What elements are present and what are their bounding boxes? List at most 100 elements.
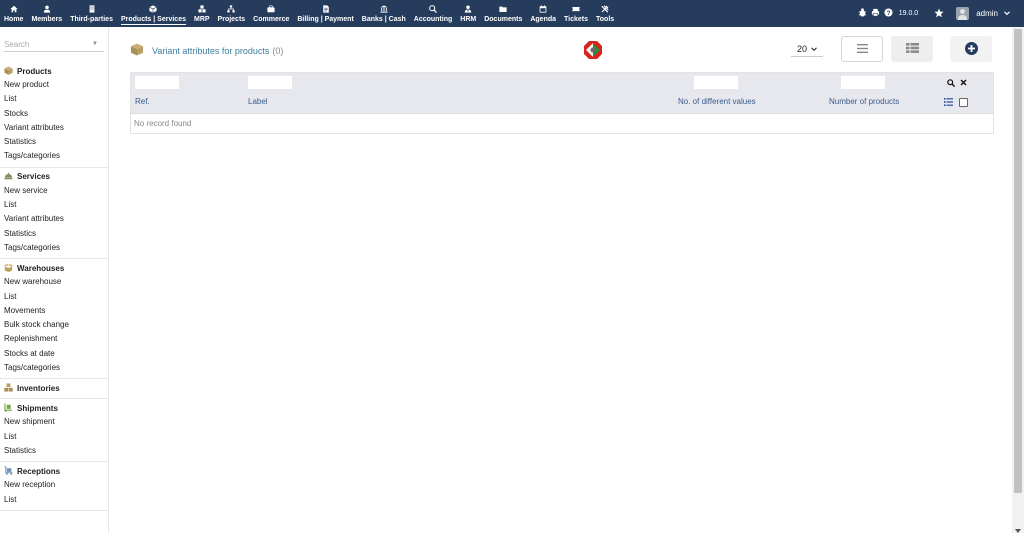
page-scrollbar[interactable]: [1012, 27, 1024, 533]
top-menu-hrm[interactable]: HRM: [456, 0, 480, 27]
sidebar-heading-label: Products: [17, 66, 52, 76]
print-icon[interactable]: [871, 8, 880, 19]
top-menu-agenda[interactable]: Agenda: [526, 0, 560, 27]
sidebar-link[interactable]: List: [0, 430, 108, 444]
boxes-icon: [4, 383, 13, 394]
star-icon[interactable]: [934, 8, 944, 20]
calendar-icon: [539, 4, 547, 13]
top-menu-label: Documents: [484, 16, 523, 23]
add-new-button[interactable]: [950, 36, 992, 62]
left-sidebar: ▼ ProductsNew productListStocksVariant a…: [0, 27, 109, 533]
home-icon: [10, 4, 18, 13]
sidebar-link[interactable]: Statistics: [0, 444, 108, 458]
tools-icon: [601, 4, 609, 13]
sidebar-link[interactable]: List: [0, 92, 108, 106]
sidebar-link[interactable]: Stocks: [0, 107, 108, 121]
sidebar-link[interactable]: New product: [0, 78, 108, 92]
sidebar-link[interactable]: Tags/categories: [0, 361, 108, 375]
sidebar-link[interactable]: Bulk stock change: [0, 318, 108, 332]
column-header-ref[interactable]: Ref.: [135, 97, 150, 106]
top-menu-label: Tools: [596, 16, 615, 23]
sidebar-link[interactable]: List: [0, 198, 108, 212]
help-icon[interactable]: ?: [884, 8, 893, 19]
empty-message: No record found: [134, 119, 192, 128]
top-menu-third-parties[interactable]: Third-parties: [66, 0, 117, 27]
sidebar-link[interactable]: New shipment: [0, 415, 108, 429]
top-menu-tickets[interactable]: Tickets: [560, 0, 592, 27]
per-page-select[interactable]: 20: [791, 41, 823, 57]
search-input[interactable]: [4, 39, 84, 49]
svg-text:?: ?: [886, 10, 890, 17]
sidebar-heading-inventories[interactable]: Inventories: [0, 381, 108, 395]
sidebar-section-inventories: Inventories: [0, 379, 108, 400]
sidebar-heading-warehouses[interactable]: Warehouses: [0, 261, 108, 275]
plus-circle-icon: [964, 41, 978, 57]
sidebar-link[interactable]: List: [0, 493, 108, 507]
sidebar-heading-shipments[interactable]: Shipments: [0, 401, 108, 415]
column-selector-icon[interactable]: [944, 98, 953, 108]
filter-ref-input[interactable]: [135, 76, 179, 89]
sidebar-heading-services[interactable]: Services: [0, 170, 108, 184]
page-header: Variant attributes for products (0): [130, 43, 283, 58]
sidebar-link[interactable]: New reception: [0, 478, 108, 492]
filter-values-input[interactable]: [694, 76, 738, 89]
sidebar-heading-receptions[interactable]: Receptions: [0, 464, 108, 478]
scrollbar-thumb[interactable]: [1014, 29, 1022, 493]
chevron-down-icon[interactable]: [1004, 9, 1010, 18]
sidebar-link[interactable]: New service: [0, 184, 108, 198]
sidebar-link[interactable]: Variant attributes: [0, 121, 108, 135]
top-menu-home[interactable]: Home: [0, 0, 27, 27]
concierge-icon: [4, 171, 13, 182]
column-header-values[interactable]: No. of different values: [678, 97, 756, 106]
sidebar-link[interactable]: Movements: [0, 304, 108, 318]
column-header-label[interactable]: Label: [248, 97, 268, 106]
building-icon: [88, 4, 96, 13]
top-menu-label: MRP: [193, 16, 210, 23]
clear-filter-icon[interactable]: [960, 79, 967, 88]
top-menu-tools[interactable]: Tools: [592, 0, 618, 27]
top-menu-commerce[interactable]: Commerce: [249, 0, 293, 27]
top-menu-label: Products | Services: [120, 16, 186, 25]
search-icon[interactable]: [947, 79, 956, 89]
sidebar-link[interactable]: Statistics: [0, 135, 108, 149]
select-all-checkbox[interactable]: [959, 98, 968, 107]
sidebar-link[interactable]: Tags/categories: [0, 149, 108, 163]
sitemap-icon: [227, 4, 236, 13]
top-menu-members[interactable]: Members: [27, 0, 66, 27]
top-menu-products-services[interactable]: Products | Services: [117, 0, 190, 27]
sidebar-link[interactable]: New warehouse: [0, 275, 108, 289]
version-label: 19.0.0: [898, 10, 919, 17]
bug-icon[interactable]: [858, 8, 867, 19]
sidebar-link[interactable]: Tags/categories: [0, 241, 108, 255]
filter-products-input[interactable]: [841, 76, 885, 89]
main-content: Variant attributes for products (0) 20 R…: [108, 27, 1012, 533]
invoice-icon: [322, 4, 330, 13]
caret-down-icon[interactable]: ▼: [92, 41, 98, 47]
sidebar-link[interactable]: Replenishment: [0, 332, 108, 346]
sidebar-link[interactable]: List: [0, 290, 108, 304]
avatar[interactable]: [956, 7, 970, 20]
top-menu-mrp[interactable]: MRP: [190, 0, 214, 27]
sidebar-link[interactable]: Stocks at date: [0, 347, 108, 361]
top-menu-projects[interactable]: Projects: [214, 0, 250, 27]
top-menu-documents[interactable]: Documents: [480, 0, 526, 27]
per-page-value: 20: [796, 43, 807, 54]
top-menu-label: Tickets: [564, 16, 589, 23]
sidebar-heading-products[interactable]: Products: [0, 64, 108, 78]
scroll-down-arrow-icon[interactable]: [1015, 527, 1021, 533]
top-menu-banks-cash[interactable]: Banks | Cash: [358, 0, 410, 27]
page-title: Variant attributes for products: [152, 45, 270, 56]
sidebar-section-services: Services New service List Variant attribute…: [0, 168, 108, 260]
username[interactable]: admin: [976, 9, 998, 18]
attributes-table: Ref. Label No. of different values Numbe…: [130, 72, 994, 134]
sidebar-link[interactable]: Statistics: [0, 227, 108, 241]
column-header-products[interactable]: Number of products: [829, 97, 899, 106]
list-view-button[interactable]: [841, 36, 883, 62]
kanban-view-button[interactable]: [891, 36, 933, 62]
grid-icon: [905, 43, 919, 55]
top-menu-label: Commerce: [253, 16, 290, 23]
top-menu-billing-payment[interactable]: Billing | Payment: [293, 0, 357, 27]
filter-label-input[interactable]: [248, 76, 292, 89]
sidebar-link[interactable]: Variant attributes: [0, 212, 108, 226]
top-menu-accounting[interactable]: Accounting: [410, 0, 457, 27]
